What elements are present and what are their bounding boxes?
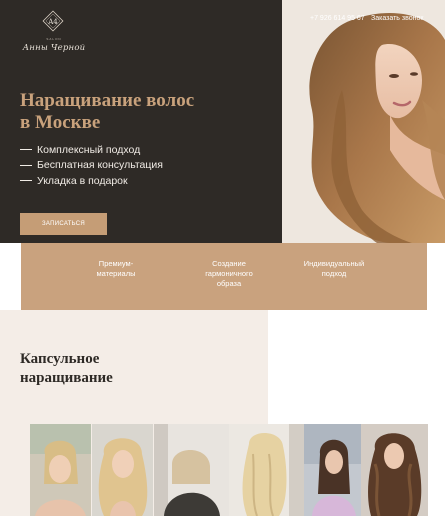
feature-premium-materials: Премиум- материалы	[76, 259, 156, 279]
after-photo-icon	[229, 424, 304, 516]
before-photo	[304, 424, 361, 516]
after-photo-icon	[361, 424, 428, 516]
phone-link[interactable]: +7 926 614 95 67	[310, 15, 365, 22]
dash-icon	[20, 180, 32, 182]
after-photo	[92, 424, 153, 516]
salon-logo[interactable]: A4 SALON Анны Черной	[18, 6, 90, 58]
benefit-label: Укладка в подарок	[37, 174, 128, 187]
hero-title-line2: в Москве	[20, 112, 101, 133]
dash-icon	[20, 164, 32, 166]
hero-title: Наращивание волос в Москве	[20, 90, 260, 134]
features-band: Премиум- материалы Создание гармоничного…	[21, 243, 427, 310]
capsule-title-line1: Капсульное	[20, 351, 100, 367]
feature-line: гармоничного	[205, 269, 253, 278]
benefit-label: Бесплатная консультация	[37, 159, 163, 172]
hero-model-photo	[282, 0, 445, 243]
feature-harmonious-look: Создание гармоничного образа	[189, 259, 269, 289]
hero-dark-panel: A4 SALON Анны Черной Наращивание волос в…	[0, 0, 282, 243]
after-photo	[229, 424, 304, 516]
gallery-card-1[interactable]	[30, 424, 153, 516]
model-portrait-icon	[282, 0, 445, 243]
logo-name: Анны Черной	[22, 43, 86, 53]
before-photo	[154, 424, 229, 516]
feature-line: Премиум-	[98, 259, 134, 268]
feature-line: подход	[321, 269, 347, 278]
before-photo-icon	[154, 424, 229, 516]
before-photo-icon	[304, 424, 361, 516]
benefit-item: Бесплатная консультация	[20, 158, 163, 174]
before-photo-icon	[30, 424, 91, 516]
logo-monogram-icon: A4	[42, 10, 64, 32]
hero-title-line1: Наращивание волос	[20, 90, 195, 111]
dash-icon	[20, 149, 32, 151]
benefit-label: Комплексный подход	[37, 143, 141, 156]
before-photo	[30, 424, 91, 516]
book-button[interactable]: ЗАПИСАТЬСЯ	[20, 213, 107, 235]
feature-line: Создание	[212, 259, 246, 268]
callback-link[interactable]: Заказать звонок	[371, 15, 423, 22]
capsule-title: Капсульное наращивание	[20, 350, 180, 388]
feature-individual-approach: Индивидуальный подход	[294, 259, 374, 279]
capsule-title-line2: наращивание	[20, 370, 113, 386]
logo-monogram-text: A4	[47, 18, 58, 26]
feature-line: образа	[216, 279, 242, 288]
gallery-card-3[interactable]	[304, 424, 428, 516]
logo-subtitle: SALON	[46, 37, 62, 41]
after-photo	[361, 424, 428, 516]
gallery-card-2[interactable]	[154, 424, 304, 516]
hero-section: A4 SALON Анны Черной Наращивание волос в…	[0, 0, 445, 243]
benefits-list: Комплексный подход Бесплатная консультац…	[20, 142, 163, 189]
feature-line: материалы	[96, 269, 136, 278]
feature-line: Индивидуальный	[303, 259, 365, 268]
benefit-item: Комплексный подход	[20, 142, 163, 158]
benefit-item: Укладка в подарок	[20, 173, 163, 189]
after-photo-icon	[92, 424, 153, 516]
